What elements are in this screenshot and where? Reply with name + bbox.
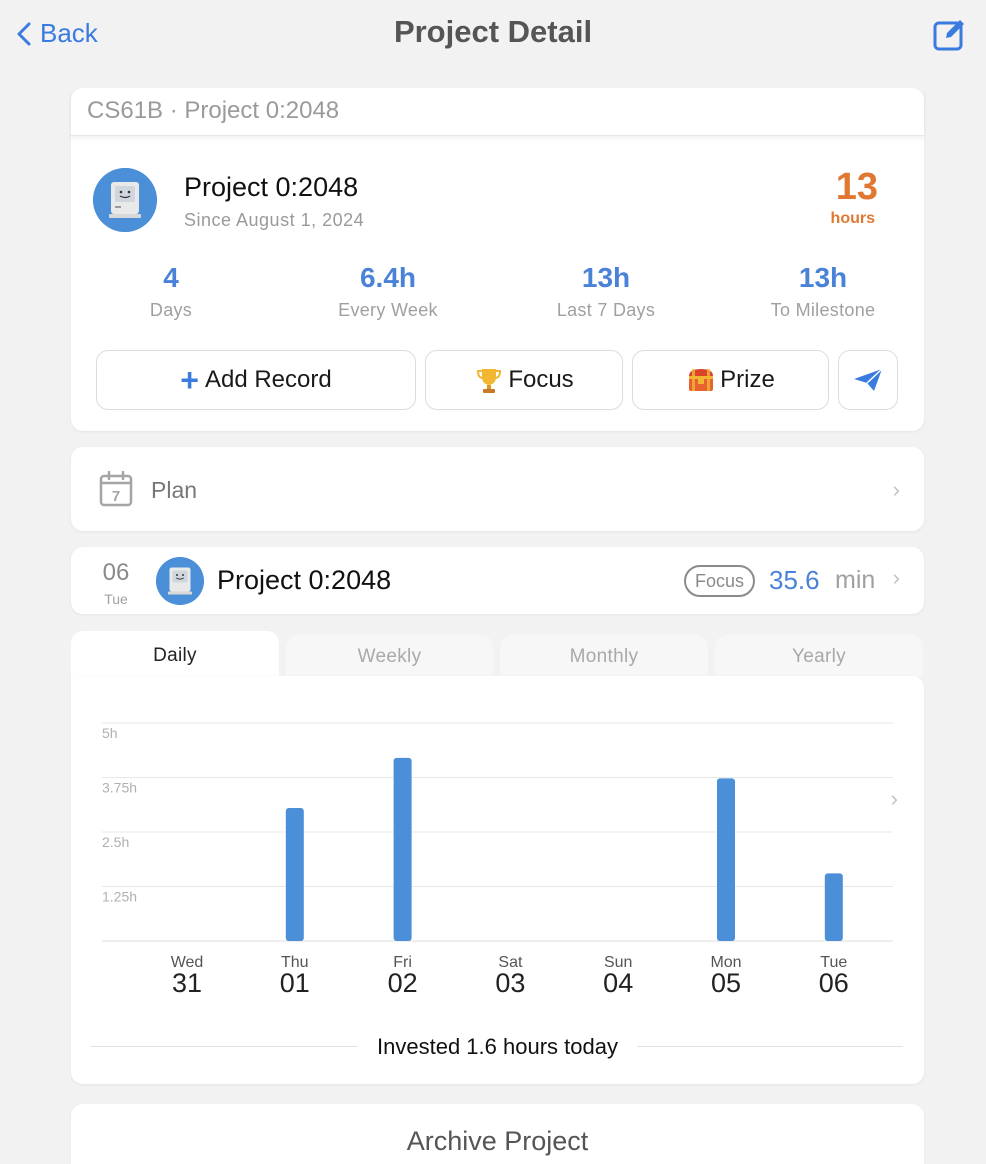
stat-label: Every Week bbox=[338, 300, 438, 320]
calendar-icon-day: 7 bbox=[112, 488, 120, 505]
tab-daily[interactable]: Daily bbox=[71, 631, 279, 677]
bar bbox=[285, 808, 304, 941]
computer-avatar-icon bbox=[93, 168, 157, 232]
focus-button[interactable]: Focus bbox=[425, 350, 623, 410]
focus-badge: Focus bbox=[684, 565, 755, 597]
trophy-icon bbox=[477, 369, 502, 393]
stat-label: Days bbox=[149, 300, 193, 320]
plan-row[interactable]: 7 Plan › bbox=[71, 447, 924, 531]
tab-monthly[interactable]: Monthly bbox=[500, 635, 708, 677]
paper-plane-icon bbox=[854, 368, 883, 391]
page-title: Project Detail bbox=[393, 14, 593, 49]
project-name: Project 0:2048 bbox=[184, 172, 359, 202]
add-record-button[interactable]: + Add Record bbox=[96, 350, 416, 410]
stat-value: 4 bbox=[163, 262, 179, 293]
nav-bar: Back Project Detail bbox=[0, 0, 986, 70]
record-row[interactable]: 06 Tue Project 0:2048 Focus 35.6 min › bbox=[71, 547, 924, 614]
stat-last-7-days: 13h Last 7 Days bbox=[506, 262, 706, 321]
course-header: CS61B · Project 0:2048 bbox=[71, 88, 924, 136]
tab-weekly[interactable]: Weekly bbox=[286, 635, 493, 677]
plan-label: Plan bbox=[151, 477, 198, 503]
x-tick-day: 06 bbox=[819, 968, 849, 998]
bar bbox=[393, 757, 412, 941]
record-weekday: Tue bbox=[104, 591, 128, 607]
x-tick-day: 04 bbox=[603, 968, 633, 998]
x-tick-day: 01 bbox=[280, 968, 310, 998]
prize-button[interactable]: Prize bbox=[632, 350, 829, 410]
stat-value: 13h bbox=[581, 262, 631, 293]
total-hours-unit: hours bbox=[830, 210, 875, 227]
project-summary-card: CS61B · Project 0:2048 Project 0:2048 Si… bbox=[71, 88, 924, 431]
archive-project-button[interactable]: Archive Project bbox=[71, 1126, 924, 1157]
total-hours-value: 13 bbox=[835, 166, 878, 208]
bar bbox=[824, 873, 843, 941]
calendar-icon: 7 bbox=[99, 471, 133, 507]
stat-to-milestone: 13h To Milestone bbox=[723, 262, 923, 321]
project-since: Since August 1, 2024 bbox=[184, 210, 365, 230]
square-pencil-icon[interactable] bbox=[932, 16, 968, 57]
y-tick-label: 2.5h bbox=[102, 834, 129, 850]
stat-value: 13h bbox=[798, 262, 848, 293]
x-tick-day: 05 bbox=[711, 968, 741, 998]
add-record-label: Add Record bbox=[204, 366, 332, 393]
y-tick-label: 3.75h bbox=[102, 780, 137, 796]
computer-avatar-icon bbox=[156, 557, 204, 605]
daily-bar-chart: 1.25h2.5h3.75h5hWed31Thu01Fri02Sat03Sun0… bbox=[102, 722, 893, 998]
record-project-name: Project 0:2048 bbox=[217, 565, 392, 595]
treasure-chest-icon bbox=[689, 369, 714, 391]
stat-every-week: 6.4h Every Week bbox=[288, 262, 488, 321]
x-tick-day: 03 bbox=[495, 968, 525, 998]
x-tick-day: 31 bbox=[172, 968, 202, 998]
record-duration-value: 35.6 bbox=[769, 565, 820, 595]
record-duration-unit: min bbox=[835, 566, 876, 594]
share-button[interactable] bbox=[838, 350, 898, 410]
bar bbox=[717, 778, 735, 941]
chevron-right-icon[interactable]: › bbox=[891, 786, 898, 812]
daily-summary: Invested 1.6 hours today bbox=[377, 1034, 618, 1059]
chart-card: 1.25h 2.5h 3.75h 5h Wed 31 Thu 01 Fri 02 Sat 03 Sun 0… bbox=[71, 676, 924, 1084]
focus-label: Focus bbox=[508, 366, 574, 393]
stat-value: 6.4h bbox=[359, 262, 417, 293]
chevron-right-icon: › bbox=[892, 565, 900, 590]
record-day: 06 bbox=[102, 559, 130, 586]
plus-icon: + bbox=[180, 362, 199, 398]
chevron-right-icon: › bbox=[892, 477, 900, 502]
stat-label: To Milestone bbox=[770, 300, 876, 320]
prize-label: Prize bbox=[720, 366, 775, 393]
archive-card: Archive Project bbox=[71, 1104, 924, 1164]
y-tick-label: 1.25h bbox=[102, 889, 137, 905]
x-tick-day: 02 bbox=[388, 968, 418, 998]
y-tick-label: 5h bbox=[102, 725, 118, 741]
stat-days: 4 Days bbox=[71, 262, 271, 321]
stat-label: Last 7 Days bbox=[556, 300, 656, 320]
tab-yearly[interactable]: Yearly bbox=[715, 635, 923, 677]
